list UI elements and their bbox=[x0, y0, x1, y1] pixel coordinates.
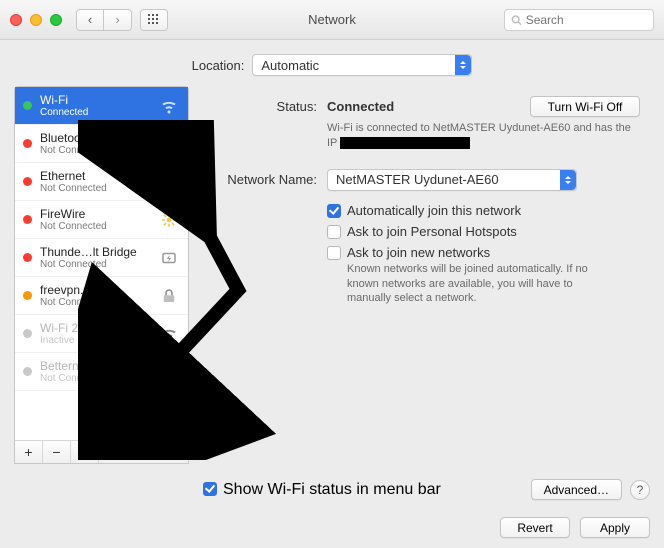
service-status: Inactive bbox=[40, 335, 150, 346]
service-status: Not Connected bbox=[40, 259, 150, 270]
service-list: Wi-FiConnectedBluetooth PANNot Connected… bbox=[15, 87, 188, 440]
status-label: Status: bbox=[207, 96, 327, 114]
add-service-button[interactable]: + bbox=[15, 441, 43, 463]
search-input[interactable] bbox=[526, 13, 647, 27]
detail-pane: Status: Connected Turn Wi-Fi Off Wi-Fi i… bbox=[203, 86, 650, 464]
status-value: Connected bbox=[327, 99, 394, 114]
checkbox-icon bbox=[327, 246, 341, 260]
window-controls bbox=[10, 14, 62, 26]
network-name-select[interactable]: NetMASTER Uydunet-AE60 bbox=[327, 169, 577, 191]
service-status: Not Connected bbox=[40, 373, 150, 384]
service-row-thunde-lt-bridge[interactable]: Thunde…lt BridgeNot Connected bbox=[15, 239, 188, 277]
final-buttons: Revert Apply bbox=[500, 517, 650, 538]
network-name-value: NetMASTER Uydunet-AE60 bbox=[336, 172, 499, 187]
grid-icon bbox=[148, 14, 160, 26]
new-networks-label: Ask to join new networks bbox=[347, 245, 607, 260]
service-name: Thunde…lt Bridge bbox=[40, 245, 150, 259]
checkbox-icon bbox=[327, 225, 341, 239]
wifi-toggle-button[interactable]: Turn Wi-Fi Off bbox=[530, 96, 640, 117]
service-status: Not Connected bbox=[40, 297, 150, 308]
titlebar: ‹ › Network bbox=[0, 0, 664, 40]
status-dot bbox=[23, 291, 32, 300]
minimize-button[interactable] bbox=[30, 14, 42, 26]
service-row-freevpn-pw[interactable]: freevpn.pwNot Connected bbox=[15, 277, 188, 315]
stepper-icon bbox=[560, 170, 576, 190]
service-name: freevpn.pw bbox=[40, 283, 150, 297]
status-dot bbox=[23, 367, 32, 376]
hotspot-checkbox[interactable]: Ask to join Personal Hotspots bbox=[327, 224, 640, 239]
forward-button[interactable]: › bbox=[104, 9, 132, 31]
gear-icon: ⚙︎ bbox=[77, 446, 87, 459]
thunderbolt-icon bbox=[158, 249, 180, 267]
location-select[interactable]: Automatic bbox=[252, 54, 472, 76]
sidebar-footer: + − ⚙︎▾ bbox=[15, 440, 188, 463]
service-row-bluetooth-pan[interactable]: Bluetooth PANNot Connected bbox=[15, 125, 188, 163]
status-subtext: Wi-Fi is connected to NetMASTER Uydunet-… bbox=[327, 121, 640, 151]
service-row-betternet-vpn[interactable]: Betternet VPNNot Connected bbox=[15, 353, 188, 391]
service-row-ethernet[interactable]: EthernetNot Connected bbox=[15, 163, 188, 201]
bluetooth-icon bbox=[158, 135, 180, 153]
redacted-ip bbox=[340, 137, 470, 149]
nav-segment: ‹ › bbox=[76, 9, 132, 31]
checkbox-icon bbox=[327, 204, 341, 218]
advanced-button[interactable]: Advanced… bbox=[531, 479, 622, 500]
search-icon bbox=[511, 14, 522, 26]
service-status: Not Connected bbox=[40, 145, 150, 156]
search-field[interactable] bbox=[504, 9, 654, 31]
status-dot bbox=[23, 215, 32, 224]
status-dot bbox=[23, 177, 32, 186]
stepper-icon bbox=[455, 55, 471, 75]
service-status: Connected bbox=[40, 107, 150, 118]
network-name-label: Network Name: bbox=[207, 169, 327, 187]
wifi-icon bbox=[158, 97, 180, 115]
checkbox-icon bbox=[203, 482, 217, 496]
auto-join-label: Automatically join this network bbox=[347, 203, 521, 218]
service-name: Wi-Fi 2 bbox=[40, 321, 150, 335]
bottom-bar: Show Wi-Fi status in menu bar Advanced… … bbox=[14, 479, 650, 500]
vpn-icon bbox=[158, 287, 180, 305]
apply-button[interactable]: Apply bbox=[580, 517, 650, 538]
help-button[interactable]: ? bbox=[630, 480, 650, 500]
close-button[interactable] bbox=[10, 14, 22, 26]
service-actions-button[interactable]: ⚙︎▾ bbox=[71, 441, 99, 463]
auto-join-checkbox[interactable]: Automatically join this network bbox=[327, 203, 640, 218]
menubar-status-label: Show Wi-Fi status in menu bar bbox=[223, 481, 441, 499]
zoom-button[interactable] bbox=[50, 14, 62, 26]
service-row-firewire[interactable]: FireWireNot Connected bbox=[15, 201, 188, 239]
new-networks-checkbox[interactable]: Ask to join new networks Known networks … bbox=[327, 245, 640, 307]
location-value: Automatic bbox=[261, 58, 319, 73]
service-row-wi-fi[interactable]: Wi-FiConnected bbox=[15, 87, 188, 125]
service-name: Bluetooth PAN bbox=[40, 131, 150, 145]
menubar-status-checkbox[interactable]: Show Wi-Fi status in menu bar bbox=[203, 481, 441, 499]
wifi-icon bbox=[158, 325, 180, 343]
chevron-down-icon: ▾ bbox=[88, 448, 92, 457]
show-all-button[interactable] bbox=[140, 9, 168, 31]
ethernet-icon bbox=[158, 173, 180, 191]
service-sidebar: Wi-FiConnectedBluetooth PANNot Connected… bbox=[14, 86, 189, 464]
service-status: Not Connected bbox=[40, 183, 150, 194]
location-label: Location: bbox=[192, 58, 245, 73]
service-status: Not Connected bbox=[40, 221, 150, 232]
service-name: Wi-Fi bbox=[40, 93, 150, 107]
status-dot bbox=[23, 253, 32, 262]
status-dot bbox=[23, 101, 32, 110]
service-name: Betternet VPN bbox=[40, 359, 150, 373]
new-networks-sub: Known networks will be joined automatica… bbox=[347, 262, 607, 307]
vpn-icon bbox=[158, 363, 180, 381]
revert-button[interactable]: Revert bbox=[500, 517, 570, 538]
hotspot-label: Ask to join Personal Hotspots bbox=[347, 224, 517, 239]
service-name: Ethernet bbox=[40, 169, 150, 183]
firewire-icon bbox=[158, 211, 180, 229]
location-row: Location: Automatic bbox=[0, 40, 664, 86]
status-dot bbox=[23, 139, 32, 148]
service-row-wi-fi-2[interactable]: Wi-Fi 2Inactive bbox=[15, 315, 188, 353]
status-dot bbox=[23, 329, 32, 338]
remove-service-button[interactable]: − bbox=[43, 441, 71, 463]
back-button[interactable]: ‹ bbox=[76, 9, 104, 31]
service-name: FireWire bbox=[40, 207, 150, 221]
